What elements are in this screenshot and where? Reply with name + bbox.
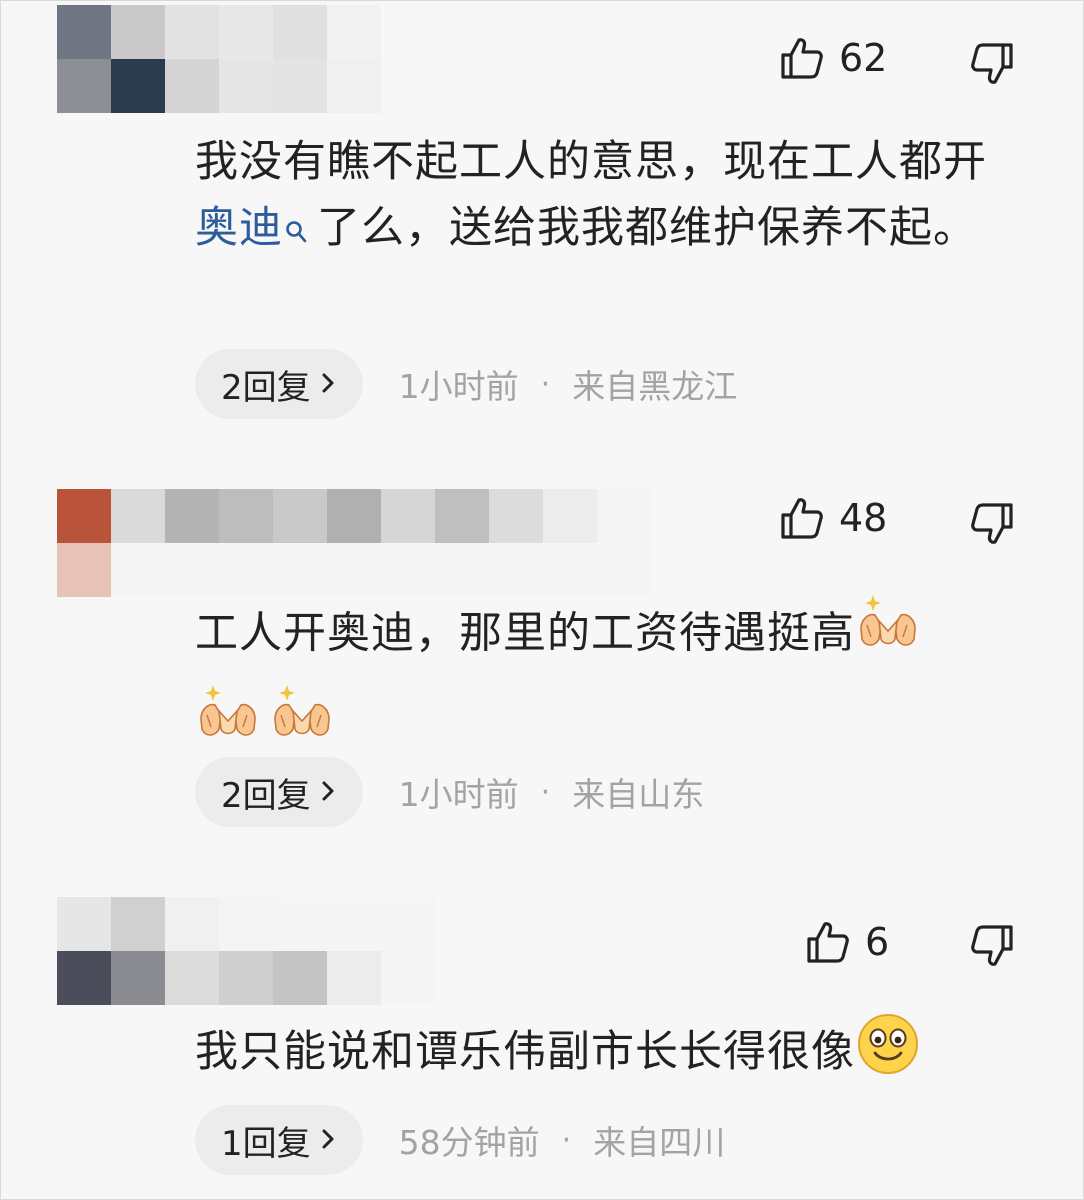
mosaic-pixel: [219, 5, 273, 59]
mosaic-pixel: [165, 489, 219, 543]
mosaic-pixel: [57, 5, 111, 59]
meta-separator: ·: [561, 1122, 572, 1158]
comment-location: 来自山东: [572, 775, 705, 814]
reply-count-button[interactable]: 1回复: [195, 1105, 363, 1175]
mosaic-pixel: [219, 897, 273, 951]
blurred-user-avatar-and-name[interactable]: [57, 897, 435, 1005]
mosaic-pixel: [327, 543, 381, 597]
mosaic-pixel: [165, 543, 219, 597]
mosaic-pixel: [219, 59, 273, 113]
mosaic-pixel: [597, 489, 651, 543]
comment-text: 我没有瞧不起工人的意思，现在工人都开奥迪 了么，送给我我都维护保养不起。: [195, 129, 1025, 261]
like-count: 62: [839, 36, 888, 80]
comment-time: 1小时前: [398, 367, 519, 406]
comment-meta: 2回复 1小时前 · 来自山东: [195, 757, 704, 827]
mosaic-pixel: [273, 951, 327, 1005]
dislike-button[interactable]: [969, 501, 1015, 551]
mosaic-pixel: [165, 951, 219, 1005]
mosaic-pixel: [111, 951, 165, 1005]
mosaic-pixel: [219, 543, 273, 597]
comment-text-part: 我只能说和谭乐伟副市长长得很像: [195, 1027, 855, 1077]
search-keyword-link[interactable]: 奥迪: [195, 203, 283, 253]
like-button[interactable]: 48: [779, 495, 887, 541]
mosaic-pixel: [327, 489, 381, 543]
mosaic-pixel: [327, 5, 381, 59]
meta-separator: ·: [540, 774, 551, 810]
mosaic-pixel: [165, 897, 219, 951]
chevron-right-icon: [319, 364, 337, 404]
mosaic-pixel: [543, 543, 597, 597]
thumbs-up-icon: [779, 35, 825, 81]
mosaic-pixel: [273, 543, 327, 597]
mosaic-pixel: [435, 489, 489, 543]
mosaic-pixel: [111, 897, 165, 951]
thumbs-down-icon: [969, 503, 1015, 551]
comment-text: 工人开奥迪，那里的工资待遇挺高: [195, 591, 1025, 771]
mosaic-pixel: [273, 59, 327, 113]
mosaic-pixel: [543, 489, 597, 543]
mosaic-pixel: [111, 489, 165, 543]
chevron-right-icon: [319, 1120, 337, 1160]
mosaic-pixel: [381, 543, 435, 597]
reply-count-label: 2回复: [221, 775, 311, 816]
thumbs-down-icon: [969, 925, 1015, 973]
comment-text-part: 我没有瞧不起工人的意思，现在工人都开: [195, 137, 987, 187]
mosaic-pixel: [273, 5, 327, 59]
clapping-hands-emoji-icon: [855, 591, 921, 681]
mosaic-pixel: [327, 59, 381, 113]
like-count: 6: [865, 920, 890, 964]
thumbs-up-icon: [779, 495, 825, 541]
mosaic-pixel: [165, 5, 219, 59]
mosaic-pixel: [57, 59, 111, 113]
mosaic-pixel: [57, 543, 111, 597]
mosaic-pixel: [489, 543, 543, 597]
mosaic-pixel: [111, 5, 165, 59]
mosaic-pixel: [219, 489, 273, 543]
mosaic-pixel: [57, 897, 111, 951]
comment-meta: 1回复 58分钟前 · 来自四川: [195, 1105, 725, 1175]
mosaic-pixel: [219, 951, 273, 1005]
meta-separator: ·: [540, 366, 551, 402]
thumbs-up-icon: [805, 919, 851, 965]
smiling-face-emoji-icon: [855, 1011, 921, 1098]
mosaic-pixel: [273, 897, 327, 951]
mosaic-pixel: [381, 951, 435, 1005]
mosaic-pixel: [57, 489, 111, 543]
thumbs-down-icon: [969, 43, 1015, 91]
mosaic-pixel: [381, 489, 435, 543]
comment-meta: 2回复 1小时前 · 来自黑龙江: [195, 349, 737, 419]
comment-text: 我只能说和谭乐伟副市长长得很像: [195, 1011, 1025, 1098]
like-button[interactable]: 62: [779, 35, 887, 81]
mosaic-pixel: [327, 951, 381, 1005]
blurred-user-avatar-and-name[interactable]: [57, 5, 381, 113]
chevron-right-icon: [319, 772, 337, 812]
blurred-user-avatar-and-name[interactable]: [57, 489, 651, 597]
comment-text-part: 了么，送给我我都维护保养不起。: [317, 203, 977, 253]
dislike-button[interactable]: [969, 41, 1015, 91]
mosaic-pixel: [111, 543, 165, 597]
comment-time: 1小时前: [398, 775, 519, 814]
like-count: 48: [839, 496, 888, 540]
comment-time: 58分钟前: [398, 1123, 540, 1162]
reply-count-button[interactable]: 2回复: [195, 349, 363, 419]
like-button[interactable]: 6: [805, 919, 889, 965]
reply-count-button[interactable]: 2回复: [195, 757, 363, 827]
mosaic-pixel: [435, 543, 489, 597]
reply-count-label: 2回复: [221, 367, 311, 408]
mosaic-pixel: [273, 489, 327, 543]
mosaic-pixel: [597, 543, 651, 597]
mosaic-pixel: [57, 951, 111, 1005]
search-icon[interactable]: [285, 199, 307, 265]
comment-list: 62 我没有瞧不起工人的意思，现在工人都开奥迪 了么，送给我我都维护保养不起。 2…: [0, 0, 1084, 1200]
comment-location: 来自四川: [593, 1123, 726, 1162]
mosaic-pixel: [489, 489, 543, 543]
mosaic-pixel: [327, 897, 381, 951]
mosaic-pixel: [111, 59, 165, 113]
dislike-button[interactable]: [969, 923, 1015, 973]
reply-count-label: 1回复: [221, 1123, 311, 1164]
mosaic-pixel: [165, 59, 219, 113]
comment-location: 来自黑龙江: [572, 367, 738, 406]
mosaic-pixel: [381, 897, 435, 951]
comment-text-part: 工人开奥迪，那里的工资待遇挺高: [195, 608, 855, 659]
